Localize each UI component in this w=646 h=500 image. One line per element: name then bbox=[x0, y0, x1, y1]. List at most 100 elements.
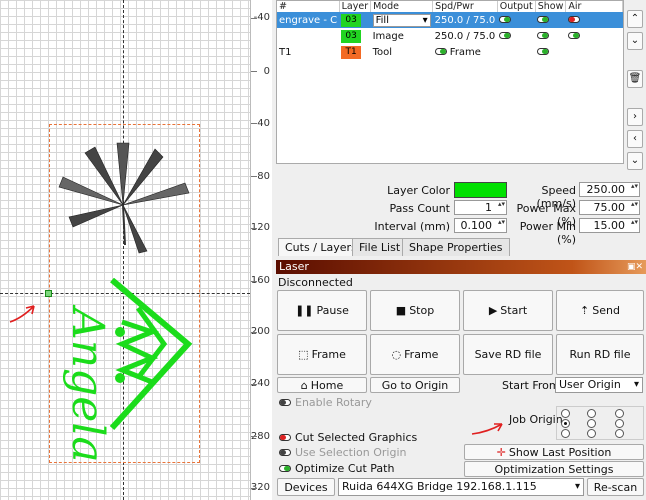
frame-circle-icon: ◌ bbox=[391, 348, 402, 361]
mode-select[interactable]: Fill ▾ bbox=[372, 13, 431, 27]
origin-radio[interactable] bbox=[587, 429, 596, 438]
enable-rotary-toggle[interactable]: Enable Rotary bbox=[279, 396, 372, 409]
start-from-select[interactable]: User Origin bbox=[555, 377, 643, 393]
output-toggle[interactable] bbox=[499, 32, 512, 39]
speed-input[interactable]: 250.00 bbox=[579, 182, 640, 197]
red-arrow-annotation bbox=[9, 305, 35, 323]
laser-panel-title: Laser ▣✕ bbox=[276, 260, 646, 274]
power-min-input[interactable]: 15.00 bbox=[579, 218, 640, 233]
table-row[interactable]: T1 T1 Tool Frame bbox=[277, 44, 623, 60]
power-max-input[interactable]: 75.00 bbox=[579, 200, 640, 215]
layer-swatch: T1 bbox=[341, 45, 362, 59]
frame-rect-button[interactable]: ⬚ Frame bbox=[277, 334, 367, 375]
job-origin-grid[interactable] bbox=[556, 406, 644, 440]
stop-button[interactable]: ■ Stop bbox=[370, 290, 460, 331]
column-header: Show bbox=[535, 1, 567, 12]
tab-file-list[interactable]: File List bbox=[352, 238, 408, 256]
layer-swatch: 03 bbox=[341, 29, 362, 43]
red-arrow-annotation bbox=[471, 423, 503, 435]
start-button[interactable]: ▶ Start bbox=[463, 290, 553, 331]
move-down-button[interactable]: ⌄ bbox=[627, 32, 643, 50]
air-toggle[interactable] bbox=[567, 32, 580, 39]
send-button[interactable]: ⇡ Send bbox=[556, 290, 644, 331]
cut-name: T1 bbox=[279, 46, 292, 58]
dropdown-button[interactable]: ⌄ bbox=[627, 152, 643, 170]
column-header: Air bbox=[565, 1, 623, 12]
devices-button[interactable]: Devices bbox=[277, 478, 335, 496]
play-icon: ▶ bbox=[488, 304, 498, 317]
device-select[interactable]: Ruida 644XG Bridge 192.168.1.115 bbox=[338, 478, 584, 496]
layer-color-swatch[interactable] bbox=[454, 182, 507, 198]
power-min-label: Power Min (%) bbox=[519, 220, 576, 246]
column-header: Spd/Pwr bbox=[432, 1, 498, 12]
crosshair-icon: ✛ bbox=[496, 445, 506, 459]
pause-icon: ❚❚ bbox=[295, 304, 314, 317]
show-toggle[interactable] bbox=[537, 48, 550, 55]
frame-rect-icon: ⬚ bbox=[298, 348, 309, 361]
delete-layer-button[interactable]: 🗑 bbox=[627, 70, 643, 88]
home-button[interactable]: ⌂ Home bbox=[277, 377, 367, 393]
show-toggle[interactable] bbox=[537, 16, 550, 23]
cut-selected-toggle[interactable]: Cut Selected Graphics bbox=[279, 431, 417, 444]
origin-radio[interactable] bbox=[615, 419, 624, 428]
optimize-cut-path-toggle[interactable]: Optimize Cut Path bbox=[279, 462, 394, 475]
pass-count-label: Pass Count bbox=[389, 202, 450, 215]
optimization-settings-button[interactable]: Optimization Settings bbox=[464, 461, 644, 477]
column-header: Output bbox=[497, 1, 536, 12]
cut-name: engrave - C bbox=[277, 12, 340, 28]
show-last-position-button[interactable]: ✛ Show Last Position bbox=[464, 444, 644, 460]
cut-name bbox=[277, 28, 339, 44]
kaya-logo-graphic[interactable] bbox=[108, 278, 194, 438]
angela-text: Angela bbox=[62, 308, 113, 463]
column-header: Mode bbox=[370, 1, 434, 12]
expand-right-button[interactable]: › bbox=[627, 108, 643, 126]
origin-radio[interactable] bbox=[561, 419, 570, 428]
output-toggle[interactable] bbox=[499, 16, 512, 23]
interval-input[interactable]: 0.100 bbox=[454, 218, 507, 233]
origin-radio[interactable] bbox=[561, 409, 570, 418]
angela-text-graphic[interactable]: Angela bbox=[60, 305, 113, 465]
frame-label: Frame bbox=[449, 46, 481, 58]
interval-label: Interval (mm) bbox=[374, 220, 450, 233]
vertical-ruler: -40 0 40 80 120 160 200 240 280 320 bbox=[250, 0, 272, 500]
upload-icon: ⇡ bbox=[580, 304, 590, 317]
leaf-image[interactable] bbox=[55, 135, 195, 255]
air-toggle[interactable] bbox=[567, 16, 580, 23]
design-canvas[interactable]: Angela bbox=[0, 0, 272, 500]
origin-radio[interactable] bbox=[615, 429, 624, 438]
origin-radio[interactable] bbox=[561, 429, 570, 438]
cuts-table[interactable]: # Layer Mode Spd/Pwr Output Show Air eng… bbox=[276, 0, 624, 164]
table-row[interactable]: engrave - C 03 Fill ▾ 250.0 / 75.0 bbox=[277, 12, 623, 28]
pause-button[interactable]: ❚❚ Pause bbox=[277, 290, 367, 331]
frame-toggle[interactable] bbox=[434, 48, 447, 55]
ruler-label: 80 bbox=[257, 171, 270, 182]
collapse-left-button[interactable]: ‹ bbox=[627, 130, 643, 148]
table-row[interactable]: 03 Image 250.0 / 75.0 bbox=[277, 28, 623, 44]
tab-cuts-layers[interactable]: Cuts / Layers bbox=[278, 238, 364, 256]
column-header: # bbox=[277, 1, 340, 12]
ruler-label: 40 bbox=[257, 118, 270, 129]
use-selection-origin-toggle[interactable]: Use Selection Origin bbox=[279, 446, 406, 459]
layer-color-label: Layer Color bbox=[387, 184, 450, 197]
column-header: Layer bbox=[339, 1, 372, 12]
show-toggle[interactable] bbox=[537, 32, 550, 39]
go-to-origin-button[interactable]: Go to Origin bbox=[370, 377, 460, 393]
frame-circle-button[interactable]: ◌ Frame bbox=[370, 334, 460, 375]
origin-radio[interactable] bbox=[615, 409, 624, 418]
origin-radio[interactable] bbox=[587, 409, 596, 418]
run-rd-button[interactable]: Run RD file bbox=[556, 334, 644, 375]
rescan-button[interactable]: Re-scan bbox=[587, 478, 644, 496]
layer-color-fill bbox=[455, 183, 506, 197]
pass-count-input[interactable]: 1 bbox=[454, 200, 507, 215]
save-rd-button[interactable]: Save RD file bbox=[463, 334, 553, 375]
home-icon: ⌂ bbox=[300, 378, 308, 392]
tab-shape-properties[interactable]: Shape Properties bbox=[402, 238, 510, 256]
layer-swatch: 03 bbox=[341, 13, 362, 27]
origin-marker[interactable] bbox=[45, 290, 52, 297]
ruler-label: 0 bbox=[263, 66, 270, 77]
speed-power: 250.0 / 75.0 bbox=[434, 30, 496, 42]
stop-icon: ■ bbox=[395, 304, 407, 317]
close-panel-icon[interactable]: ▣✕ bbox=[627, 260, 643, 274]
move-up-button[interactable]: ⌃ bbox=[627, 10, 643, 28]
origin-radio[interactable] bbox=[587, 419, 596, 428]
